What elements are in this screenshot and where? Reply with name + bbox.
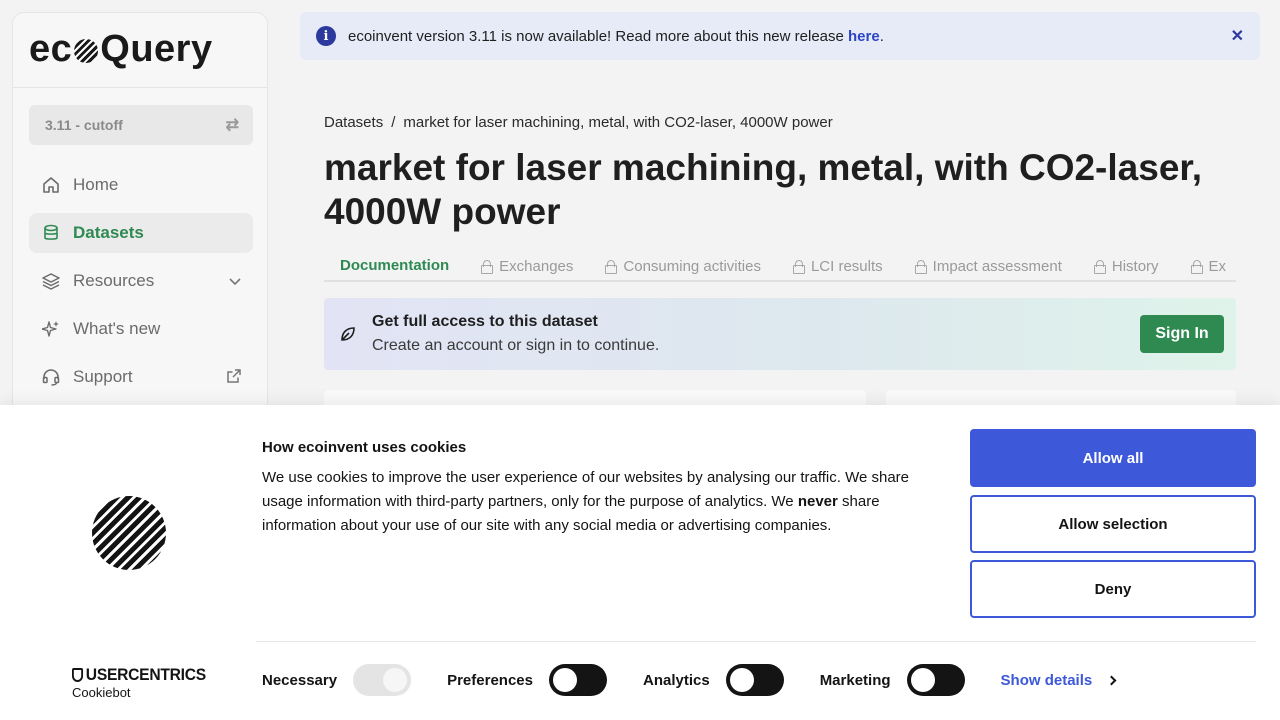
cookiebot-text: Cookiebot (72, 685, 131, 700)
cookie-body-bold: never (797, 493, 838, 510)
analytics-toggle[interactable] (725, 664, 784, 696)
usercentrics-brand: USERCENTRICS (72, 665, 206, 685)
breadcrumb-current: market for laser machining, metal, with … (403, 114, 833, 131)
toggle-label-marketing: Marketing (819, 671, 891, 689)
logo-text-right: Query (100, 27, 213, 70)
consent-toggles: Necessary Preferences Analytics Marketin… (262, 664, 1117, 696)
tab-export[interactable]: Ex (1175, 250, 1236, 280)
toggle-label-necessary: Necessary (262, 671, 338, 689)
allow-selection-button[interactable]: Allow selection (970, 495, 1256, 553)
tab-exchanges[interactable]: Exchanges (465, 250, 589, 280)
announcement-banner: i ecoinvent version 3.11 is now availabl… (300, 12, 1260, 60)
external-link-icon (227, 368, 241, 386)
lock-icon (792, 260, 805, 274)
toggle-label-analytics: Analytics (642, 671, 710, 689)
close-icon[interactable]: ✕ (1231, 26, 1244, 46)
tab-label: Consuming activities (623, 257, 761, 275)
dataset-tabs: Documentation Exchanges Consuming activi… (324, 250, 1236, 282)
sidebar-item-label: Home (73, 175, 119, 194)
breadcrumb-datasets[interactable]: Datasets (324, 114, 383, 131)
chevron-down-icon[interactable] (229, 273, 241, 289)
marketing-toggle[interactable] (906, 664, 965, 696)
version-selector[interactable]: 3.11 - cutoff ⇄ (29, 105, 253, 145)
cookie-consent-dialog: How ecoinvent uses cookies We use cookie… (0, 405, 1280, 720)
sidebar-item-resources[interactable]: Resources (29, 261, 253, 301)
divider (13, 87, 267, 88)
sign-in-button[interactable]: Sign In (1140, 315, 1224, 353)
banner-text: ecoinvent version 3.11 is now available!… (348, 28, 1231, 45)
home-icon (41, 175, 61, 195)
lock-icon (605, 260, 618, 274)
leaf-icon (340, 326, 356, 342)
logo-mark-icon (74, 39, 99, 63)
banner-message: ecoinvent version 3.11 is now available!… (348, 27, 849, 45)
tab-consuming-activities[interactable]: Consuming activities (589, 250, 777, 280)
headset-icon (41, 367, 61, 387)
brand-text: USERCENTRICS (85, 665, 206, 684)
database-icon (41, 223, 61, 243)
sparkle-icon (41, 319, 61, 339)
allow-all-button[interactable]: Allow all (970, 429, 1256, 487)
divider (256, 641, 1256, 642)
necessary-toggle (353, 664, 412, 696)
deny-button[interactable]: Deny (970, 560, 1256, 618)
tab-label: Documentation (340, 256, 450, 274)
release-notes-link[interactable]: here (848, 28, 880, 45)
tab-label: History (1111, 257, 1159, 275)
info-icon: i (316, 26, 336, 46)
tab-documentation[interactable]: Documentation (324, 250, 465, 280)
show-details-label: Show details (1000, 671, 1093, 689)
sidebar-item-support[interactable]: Support (29, 357, 253, 397)
lock-icon (481, 260, 494, 274)
tab-history[interactable]: History (1078, 250, 1175, 280)
tab-label: Exchanges (499, 257, 574, 275)
sidebar-item-label: Datasets (73, 223, 144, 242)
cookie-description: We use cookies to improve the user exper… (262, 466, 922, 538)
cookiebot-logo-icon (92, 496, 166, 570)
layers-icon (41, 271, 61, 291)
tab-label: Impact assessment (932, 257, 1062, 275)
breadcrumb-separator: / (391, 114, 396, 131)
logo-text-left: ec (29, 27, 73, 70)
chevron-right-icon (1106, 675, 1117, 685)
sidebar-item-home[interactable]: Home (29, 165, 253, 205)
sidebar-item-label: Support (73, 367, 133, 386)
lock-icon (914, 260, 927, 274)
access-subtitle: Create an account or sign in to continue… (372, 337, 660, 354)
access-title: Get full access to this dataset (372, 313, 598, 330)
breadcrumb: Datasets / market for laser machining, met… (324, 114, 833, 131)
preferences-toggle[interactable] (548, 664, 607, 696)
page-title: market for laser machining, metal, with … (324, 147, 1203, 232)
version-label: 3.11 - cutoff (45, 117, 123, 133)
sidebar-item-whats-new[interactable]: What's new (29, 309, 253, 349)
lock-icon (1190, 260, 1203, 274)
ecoquery-logo[interactable]: ec Query (29, 27, 213, 71)
tab-impact-assessment[interactable]: Impact assessment (899, 250, 1078, 280)
banner-suffix: . (879, 27, 884, 45)
lock-icon (1093, 260, 1106, 274)
access-card: Get full access to this dataset Create a… (324, 298, 1236, 370)
tab-lci-results[interactable]: LCI results (777, 250, 899, 280)
sidebar-item-label: What's new (73, 319, 161, 338)
access-text: Get full access to this dataset Create a… (372, 313, 1140, 355)
swap-icon: ⇄ (225, 117, 239, 134)
show-details-link[interactable]: Show details (1000, 671, 1117, 689)
cookie-title: How ecoinvent uses cookies (262, 439, 467, 456)
tab-label: Ex (1208, 257, 1227, 275)
sidebar-item-datasets[interactable]: Datasets (29, 213, 253, 253)
shield-icon (72, 668, 84, 682)
usercentrics-logo[interactable]: USERCENTRICS Cookiebot (72, 665, 218, 700)
toggle-label-preferences: Preferences (447, 671, 533, 689)
tab-label: LCI results (810, 257, 883, 275)
sidebar-item-label: Resources (73, 271, 155, 290)
sidebar-nav: Home Datasets Resources What's new Suppo… (29, 165, 253, 405)
